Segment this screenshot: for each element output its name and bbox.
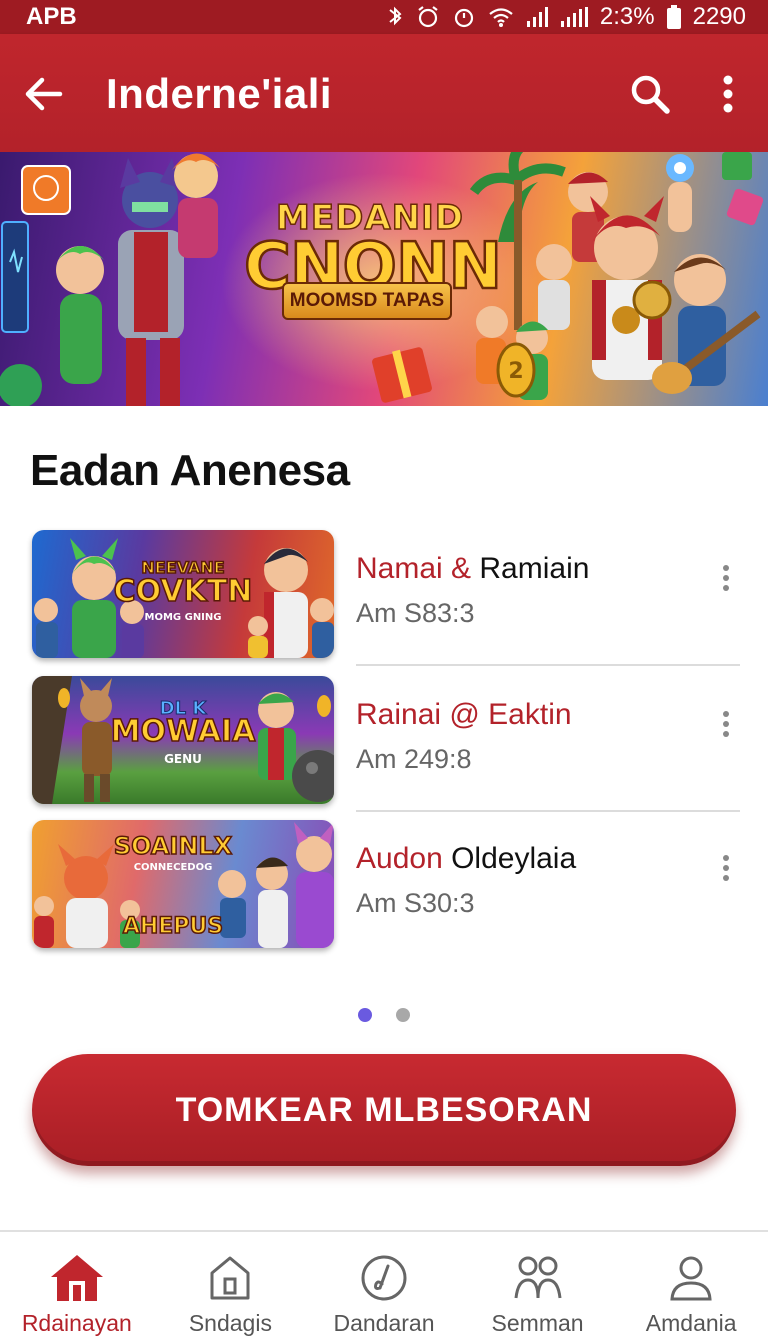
list-item[interactable]: NEEVANE COVKTN MOMG GNING Namai & Ramiai…	[32, 530, 740, 660]
house-outline-icon	[210, 1256, 250, 1300]
divider	[356, 664, 740, 666]
more-vertical-icon	[723, 711, 729, 737]
thumb-title-line3: GENU	[164, 752, 202, 766]
page-dot[interactable]	[396, 1008, 410, 1022]
primary-action-button[interactable]: TOMKEAR MLBESORAN	[32, 1054, 736, 1166]
page-title: Inderne'iali	[106, 70, 333, 117]
item-thumbnail: NEEVANE COVKTN MOMG GNING	[32, 530, 334, 658]
nav-label: Rdainayan	[21, 1310, 132, 1336]
back-button[interactable]	[22, 72, 66, 116]
bottom-navigation: Rdainayan Sndagis Dandaran Semman Amdani…	[0, 1230, 768, 1344]
nav-item-dandaran[interactable]: Dandaran	[307, 1232, 461, 1344]
battery-icon	[666, 5, 681, 29]
nav-item-profile[interactable]: Amdania	[614, 1232, 768, 1344]
wifi-icon	[489, 8, 513, 27]
divider	[356, 810, 740, 812]
sync-icon	[389, 6, 402, 26]
item-more-button[interactable]	[712, 710, 740, 738]
clock: 2290	[692, 3, 746, 30]
app-bar: Inderne'iali	[0, 34, 768, 152]
item-subtitle: Am 249:8	[356, 744, 472, 774]
svg-text:2: 2	[508, 359, 523, 384]
search-icon	[631, 75, 670, 114]
item-title-rest: Oldeylaia	[442, 842, 577, 875]
list-item[interactable]: DL K MOWAIA GENU Rainai @ Eaktin Am 249:…	[32, 676, 740, 806]
status-icons: 2:3% 2290	[386, 3, 746, 31]
group-icon	[514, 1256, 562, 1299]
item-title: Namai & Ramiain	[356, 552, 589, 586]
thumb-title-line2: CONNECEDOG	[133, 862, 213, 873]
timer-icon	[454, 8, 474, 28]
thumb-title-line2: MOWAIA	[110, 713, 256, 750]
search-button[interactable]	[626, 70, 674, 118]
home-icon	[50, 1255, 103, 1301]
more-vertical-icon	[723, 75, 733, 113]
item-title-accent: Audon	[356, 842, 443, 875]
item-thumbnail: DL K MOWAIA GENU	[32, 676, 334, 804]
arrow-left-icon	[25, 77, 63, 111]
overflow-menu-button[interactable]	[704, 70, 752, 118]
profile-icon	[670, 1256, 712, 1301]
nav-label: Semman	[491, 1310, 584, 1336]
thumb-title-line3: AHEPUS	[122, 913, 224, 940]
item-more-button[interactable]	[712, 564, 740, 592]
item-title-accent: Rainai @ Eaktin	[356, 698, 572, 731]
section-title: Eadan Anenesa	[30, 446, 350, 495]
page-indicator	[358, 1008, 410, 1022]
nav-item-home[interactable]: Rdainayan	[0, 1232, 154, 1344]
item-subtitle: Am S30:3	[356, 888, 475, 918]
nav-label: Amdania	[645, 1310, 737, 1336]
item-title-accent: Namai &	[356, 552, 472, 585]
status-bar: APB 2:3% 2290	[0, 0, 768, 34]
nav-item-semman[interactable]: Semman	[461, 1232, 615, 1344]
item-more-button[interactable]	[712, 854, 740, 882]
gift-box-icon	[372, 347, 432, 403]
hero-characters-left	[0, 153, 220, 406]
hero-subtitle: MOOMSD TAPAS	[282, 282, 452, 320]
thumb-title-line1: SOAINLX	[113, 831, 233, 861]
item-title-rest: Ramiain	[471, 552, 590, 585]
carrier-label: APB	[26, 3, 77, 30]
signal-icon-2	[560, 7, 588, 27]
hero-banner[interactable]: MEDANID CNONN MOOMSD TAPAS 2	[0, 152, 768, 406]
item-title: Audon Oldeylaia	[356, 842, 576, 876]
more-vertical-icon	[723, 565, 729, 591]
battery-percent: 2:3%	[599, 3, 655, 30]
nav-item-sndagis[interactable]: Sndagis	[154, 1232, 308, 1344]
page-dot-active[interactable]	[358, 1008, 372, 1022]
thumb-title-line2: COVKTN	[113, 573, 253, 610]
nav-label: Dandaran	[333, 1310, 435, 1336]
list-item[interactable]: SOAINLX CONNECEDOG AHEPUS Audon Oldeylai…	[32, 820, 740, 950]
item-subtitle: Am S83:3	[356, 598, 475, 628]
thumb-title-line3: MOMG GNING	[144, 612, 222, 623]
coin-icon: 2	[496, 342, 536, 398]
more-vertical-icon	[723, 855, 729, 881]
music-disc-icon	[361, 1255, 407, 1301]
item-title: Rainai @ Eaktin	[356, 698, 572, 732]
nav-label: Sndagis	[188, 1310, 272, 1336]
signal-icon	[526, 7, 548, 27]
alarm-icon	[418, 6, 438, 28]
item-thumbnail: SOAINLX CONNECEDOG AHEPUS	[32, 820, 334, 948]
